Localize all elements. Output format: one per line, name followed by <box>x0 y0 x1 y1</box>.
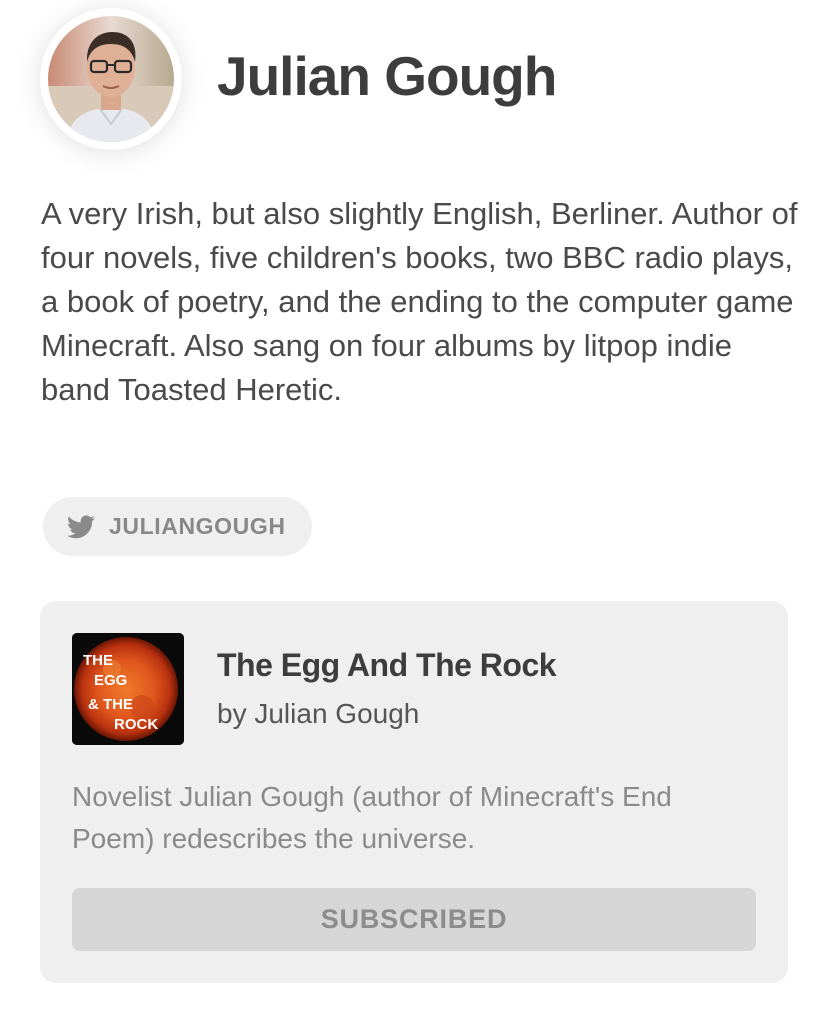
subscribed-button[interactable]: SUBSCRIBED <box>72 888 756 951</box>
author-bio: A very Irish, but also slightly English,… <box>41 196 798 407</box>
publication-title[interactable]: The Egg And The Rock <box>217 647 557 684</box>
twitter-link[interactable]: JULIANGOUGH <box>43 497 312 556</box>
publication-cover[interactable]: THE EGG & THE ROCK <box>72 633 184 745</box>
profile-header: Julian Gough <box>40 8 557 150</box>
twitter-icon <box>67 514 95 538</box>
author-name: Julian Gough <box>217 45 557 107</box>
publication-byline: by Julian Gough <box>217 698 420 729</box>
cover-text-the: THE <box>83 652 113 669</box>
cover-text-egg: EGG <box>94 672 127 689</box>
sun-image-icon: THE EGG & THE ROCK <box>72 633 184 745</box>
author-portrait-icon <box>48 16 174 142</box>
cover-text-rock: ROCK <box>114 716 158 733</box>
twitter-handle: JULIANGOUGH <box>109 513 286 539</box>
avatar[interactable] <box>40 8 182 150</box>
cover-text-and-the: & THE <box>88 696 133 713</box>
publication-description: Novelist Julian Gough (author of Minecra… <box>72 781 672 854</box>
publication-card: THE EGG & THE ROCK The Egg And The Rock … <box>40 601 788 983</box>
